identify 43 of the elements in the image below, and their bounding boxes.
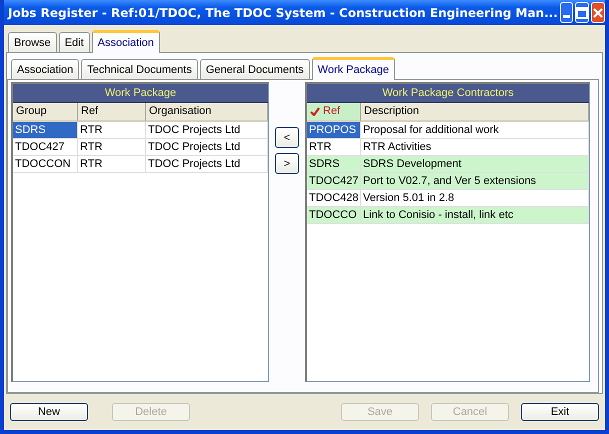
table-cell[interactable]: SDRS [13,122,78,139]
panel-title: Work Package [13,84,268,103]
column-header[interactable]: Ref [78,103,146,122]
column-header[interactable]: Organisation [146,103,268,122]
tab[interactable]: Technical Documents [81,59,198,79]
tab[interactable]: Work Package [312,57,395,80]
table-cell[interactable]: RTR [78,156,146,173]
table-cell[interactable]: Link to Conisio - install, link etc [361,207,589,224]
table-cell[interactable]: TDOC Projects Ltd [146,122,268,139]
table-cell[interactable]: TDOC Projects Ltd [146,156,268,173]
tab[interactable]: Association [11,59,80,79]
tab[interactable]: Edit [58,32,90,52]
table-cell[interactable]: TDOC427 [13,139,78,156]
table-cell[interactable]: PROPOS [307,122,361,139]
check-icon [310,107,320,116]
table-cell[interactable]: TDOCCO [307,207,361,224]
window-title: Jobs Register - Ref:01/TDOC, The TDOC System - Construction Engineering Man... [8,6,558,20]
minimize-icon [562,14,570,18]
maximize-button[interactable] [575,2,589,23]
maximize-icon [576,6,588,18]
move-button[interactable]: < [275,127,299,148]
move-button[interactable]: > [275,153,299,174]
tab[interactable]: Association [92,30,160,53]
action-button[interactable]: New [10,403,88,421]
table-cell[interactable]: Port to V02.7, and Ver 5 extensions [361,173,589,190]
table-cell[interactable]: TDOC Projects Ltd [146,139,268,156]
column-header[interactable]: Ref [307,103,361,122]
table-cell[interactable]: RTR [78,139,146,156]
table-cell[interactable]: RTR [78,122,146,139]
close-button[interactable] [591,2,605,23]
close-icon [592,6,604,18]
column-header[interactable]: Description [361,103,589,122]
action-button[interactable]: Exit [521,403,599,421]
table-cell[interactable]: SDRS [307,156,361,173]
tab[interactable]: Browse [8,32,57,52]
table-cell[interactable]: Proposal for additional work [361,122,589,139]
column-header[interactable]: Group [13,103,78,122]
panel-title: Work Package Contractors [307,84,589,103]
table-cell[interactable]: TDOC427 [307,173,361,190]
minimize-button[interactable] [560,2,573,23]
table-cell[interactable]: SDRS Development [361,156,589,173]
table-cell[interactable]: TDOCCON [13,156,78,173]
tab[interactable]: General Documents [200,59,310,79]
